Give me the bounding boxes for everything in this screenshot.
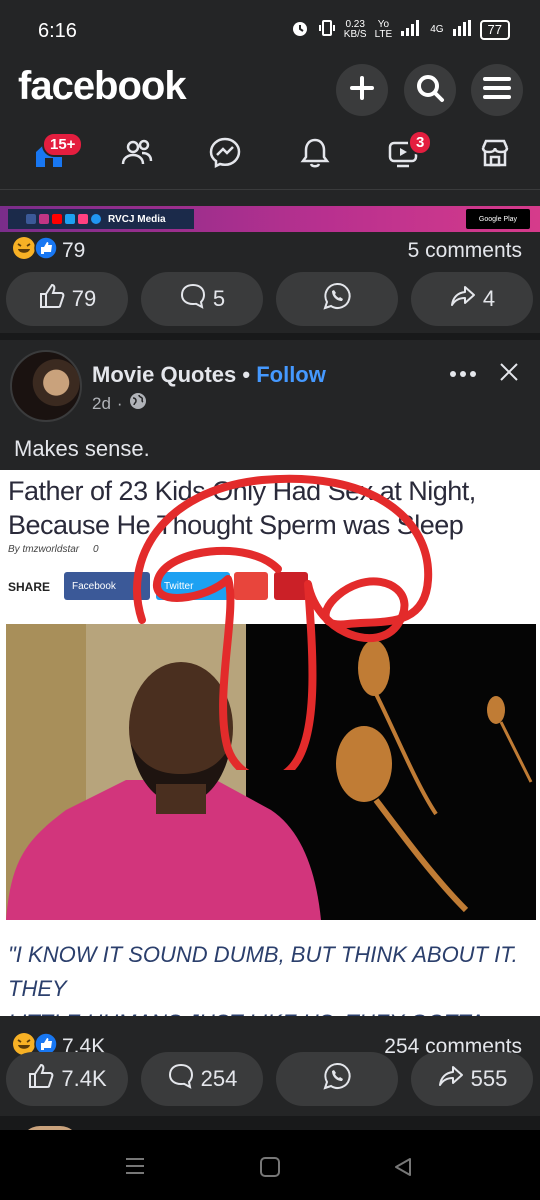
more-options-icon[interactable] [448,366,478,384]
meme-caption: "I KNOW IT SOUND DUMB, BUT THINK ABOUT I… [8,942,518,1016]
status-icons: 0.23 KB/S Yo LTE 4G 77 [290,18,510,41]
home-nav-icon[interactable] [259,1156,281,1183]
telegram-small-icon [91,214,101,224]
comments-count[interactable]: 5 comments [408,239,522,263]
tab-notifications[interactable] [290,132,340,178]
signal-4g-icon [452,19,472,40]
status-time: 6:16 [38,20,77,42]
post-image[interactable]: Father of 23 Kids Only Had Sex at Night,… [0,470,540,1016]
friends-icon [120,136,154,175]
banner-social-strip: RVCJ Media [8,209,194,229]
tab-messenger[interactable] [200,132,250,178]
post-meta: 2d · [92,392,147,415]
whatsapp-icon [322,281,352,317]
twitter-small-icon [65,214,75,224]
search-icon [415,73,445,108]
globe-icon [129,392,147,415]
share-arrow-icon [449,282,477,316]
youtube-small-icon [52,214,62,224]
volte-indicator: Yo LTE [374,18,393,40]
status-bar: 6:16 0.23 KB/S Yo LTE 4G 77 [0,0,540,60]
whatsapp-icon [322,1061,352,1097]
post-time[interactable]: 2d [92,394,111,414]
like-button[interactable]: 7.4K [6,1052,128,1106]
like-reaction-icon [34,236,58,266]
instagram-small-icon [39,214,49,224]
red-drawing-overlay [133,474,433,770]
author-name[interactable]: Movie Quotes [92,362,236,387]
previous-post: RVCJ Media Google Play 79 5 comments 79 … [0,190,540,333]
marketplace-icon [478,136,512,175]
tab-friends[interactable] [112,132,162,178]
share-button[interactable]: 4 [411,272,533,326]
haha-reaction-icon [12,236,36,266]
menu-button[interactable] [471,64,523,116]
like-button[interactable]: 79 [6,272,128,326]
comment-button[interactable]: 5 [141,272,263,326]
network-speed: 0.23 KB/S [343,18,367,40]
post-card: Movie Quotes • Follow 2d · Makes sense. … [0,340,540,1116]
system-nav-bar [0,1130,540,1200]
battery-indicator: 77 [479,19,510,40]
whatsapp-share-button[interactable] [276,272,398,326]
whatsapp-share-button[interactable] [276,1052,398,1106]
news-feed[interactable]: RVCJ Media Google Play 79 5 comments 79 … [0,190,540,1130]
network-type: 4G [430,24,444,35]
recent-apps-icon[interactable] [124,1156,146,1181]
app-header: facebook [0,60,540,120]
close-icon[interactable] [497,360,521,389]
vibrate-icon [318,18,336,41]
plus-icon [348,74,376,107]
banner-brand: RVCJ Media [108,213,166,225]
author-avatar[interactable] [10,350,82,422]
thumbs-up-icon [27,1062,55,1096]
post-text: Makes sense. [14,436,150,461]
comment-button[interactable]: 254 [141,1052,263,1106]
tab-marketplace[interactable] [470,132,520,178]
facebook-small-icon [26,214,36,224]
comment-icon [179,282,207,316]
comment-icon [167,1062,195,1096]
reaction-summary[interactable]: 79 5 comments [12,236,522,266]
messenger-icon [208,136,242,175]
search-button[interactable] [404,64,456,116]
bell-icon [299,136,331,175]
follow-button[interactable]: Follow [256,362,326,387]
watch-badge: 3 [408,130,433,155]
post-image-banner: RVCJ Media Google Play [0,206,540,232]
facebook-logo: facebook [18,64,187,108]
app-small-icon [78,214,88,224]
google-play-badge: Google Play [466,209,530,229]
reaction-count: 79 [62,239,86,262]
back-nav-icon[interactable] [392,1156,414,1183]
thumbs-up-icon [38,282,66,316]
alarm-icon [290,18,310,41]
tab-watch[interactable]: 3 [378,130,433,178]
home-badge: 15+ [42,132,84,157]
nav-tabs: 15+ 3 [0,120,540,190]
menu-icon [482,75,512,106]
share-arrow-icon [437,1062,465,1096]
signal-icon [400,19,422,40]
post-header-title: Movie Quotes • Follow [92,362,326,387]
share-button[interactable]: 555 [411,1052,533,1106]
create-button[interactable] [336,64,388,116]
tab-home[interactable]: 15+ [24,132,84,178]
